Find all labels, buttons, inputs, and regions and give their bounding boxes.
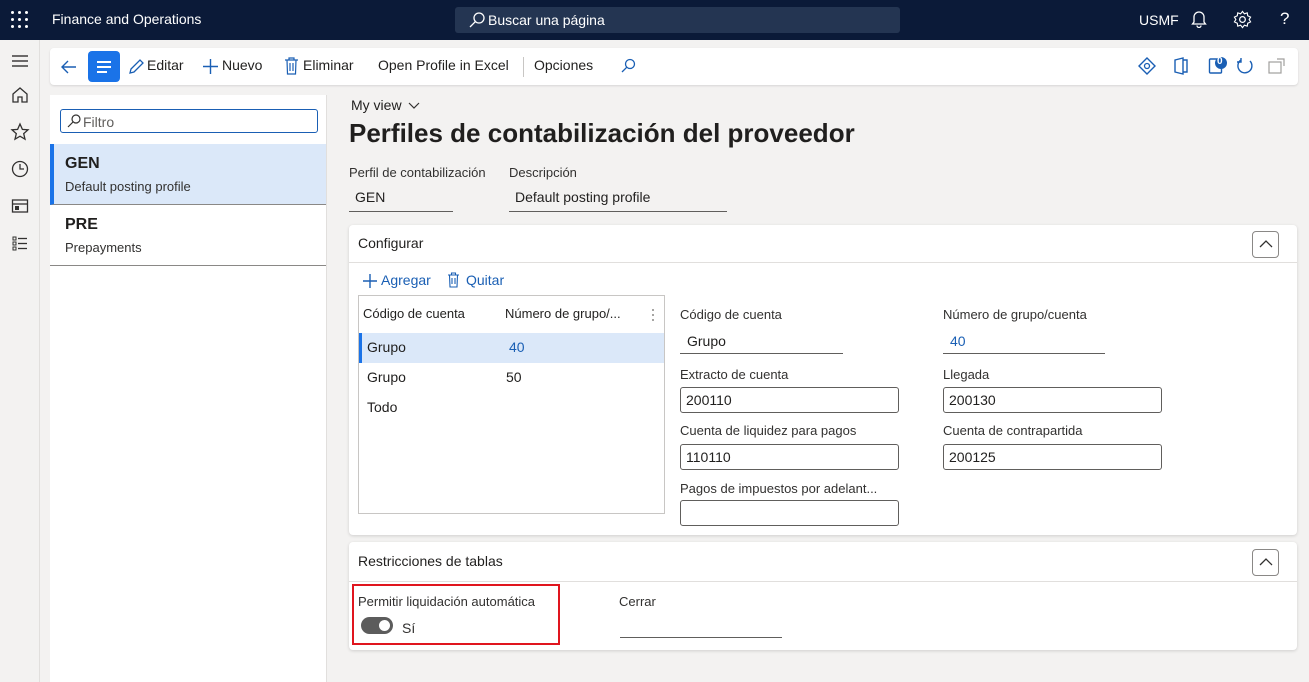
home-icon[interactable] (10, 85, 30, 105)
search-icon (469, 12, 485, 28)
liquidity-account-label: Cuenta de liquidez para pagos (680, 423, 857, 438)
new-button[interactable]: Nuevo (222, 57, 262, 73)
favorites-star-icon[interactable] (10, 122, 30, 142)
close-label: Cerrar (619, 594, 656, 609)
liquidity-account-input[interactable]: 110110 (680, 444, 899, 470)
back-arrow-icon[interactable] (60, 58, 78, 76)
edit-button[interactable]: Editar (147, 57, 184, 73)
more-vertical-icon[interactable] (651, 308, 655, 322)
restrictions-fasttab-header[interactable]: Restricciones de tablas (349, 542, 1297, 582)
office-icon[interactable] (1173, 57, 1189, 75)
remove-button[interactable]: Quitar (466, 272, 504, 288)
highlight-box (352, 584, 560, 645)
workspaces-icon[interactable] (10, 196, 30, 216)
close-field[interactable] (620, 613, 782, 638)
account-code-cell: Grupo (367, 369, 406, 385)
trash-icon (285, 57, 298, 75)
group-number-label: Número de grupo/cuenta (943, 307, 1087, 322)
description-label: Descripción (509, 165, 577, 180)
list-item-title: PRE (65, 216, 98, 233)
company-picker[interactable]: USMF (1139, 12, 1179, 28)
collapse-button[interactable] (1252, 549, 1279, 576)
chevron-down-icon (409, 102, 420, 109)
delete-button[interactable]: Eliminar (303, 57, 354, 73)
view-selector[interactable]: My view (351, 97, 420, 113)
plus-icon (363, 274, 377, 288)
account-code-label: Código de cuenta (680, 307, 782, 322)
plus-icon (203, 59, 218, 74)
summary-account-input[interactable]: 200110 (680, 387, 899, 413)
list-item-subtitle: Prepayments (65, 240, 142, 255)
account-code-cell: Todo (367, 399, 398, 415)
column-header-account-code[interactable]: Código de cuenta (363, 306, 465, 321)
column-header-group-number[interactable]: Número de grupo/... (505, 306, 621, 321)
fasttab-title: Restricciones de tablas (358, 553, 503, 569)
group-number-cell[interactable]: 40 (509, 339, 525, 355)
top-navbar: Finance and Operations Buscar una página… (0, 0, 1309, 40)
add-button[interactable]: Agregar (381, 272, 431, 288)
list-item-title: GEN (65, 155, 100, 172)
setup-fasttab: Configurar Agregar Quitar Código de cuen… (349, 225, 1297, 535)
group-number-field[interactable]: 40 (943, 329, 1105, 354)
notification-count: 0 (1217, 56, 1223, 67)
page-title: Perfiles de contabilización del proveedo… (349, 118, 855, 148)
setup-fasttab-header[interactable]: Configurar (349, 225, 1297, 263)
page-search-input[interactable]: Buscar una página (455, 7, 900, 33)
chevron-up-icon (1259, 558, 1273, 566)
open-new-window-icon[interactable] (1268, 58, 1285, 74)
search-icon (67, 114, 81, 128)
chevron-up-icon (1259, 240, 1273, 248)
account-code-cell: Grupo (367, 339, 406, 355)
open-profile-excel-button[interactable]: Open Profile in Excel (378, 57, 509, 73)
options-button[interactable]: Opciones (534, 57, 593, 73)
group-number-cell: 50 (506, 369, 522, 385)
table-row[interactable]: Grupo 50 (359, 363, 664, 393)
search-placeholder: Buscar una página (488, 12, 605, 28)
list-item-gen[interactable]: GEN Default posting profile (50, 144, 326, 205)
navigation-rail (0, 40, 40, 682)
arrival-input[interactable]: 200130 (943, 387, 1162, 413)
fasttab-title: Configurar (358, 235, 424, 251)
recent-clock-icon[interactable] (10, 159, 30, 179)
description-field[interactable]: Default posting profile (509, 189, 727, 212)
gear-icon[interactable] (1233, 10, 1252, 29)
filter-placeholder: Filtro (83, 114, 115, 130)
list-item-subtitle: Default posting profile (65, 179, 191, 194)
list-toggle-button[interactable] (88, 51, 120, 82)
search-icon[interactable] (620, 58, 636, 74)
table-row[interactable]: Todo (359, 393, 664, 423)
app-name[interactable]: Finance and Operations (52, 11, 201, 27)
list-item-pre[interactable]: PRE Prepayments (50, 205, 326, 266)
prepayment-tax-input[interactable] (680, 500, 899, 526)
posting-profile-field[interactable]: GEN (349, 189, 453, 212)
account-code-field[interactable]: Grupo (680, 329, 843, 354)
power-apps-icon[interactable] (1138, 57, 1156, 75)
divider (523, 57, 524, 77)
offset-account-input[interactable]: 200125 (943, 444, 1162, 470)
modules-list-icon[interactable] (10, 233, 30, 253)
arrival-label: Llegada (943, 367, 990, 382)
edit-pencil-icon (129, 59, 144, 74)
offset-account-label: Cuenta de contrapartida (943, 423, 1083, 438)
app-launcher-icon[interactable] (10, 10, 30, 30)
trash-icon (448, 272, 459, 288)
account-grid: Código de cuenta Número de grupo/... Gru… (358, 295, 665, 514)
view-label: My view (351, 97, 402, 113)
prepayment-tax-label: Pagos de impuestos por adelant... (680, 481, 878, 496)
refresh-icon[interactable] (1236, 57, 1254, 75)
posting-profile-label: Perfil de contabilización (349, 165, 486, 180)
table-row[interactable]: Grupo 40 (359, 333, 664, 363)
record-list-panel: Filtro GEN Default posting profile PRE P… (50, 95, 327, 682)
help-icon[interactable]: ? (1280, 9, 1289, 29)
hamburger-icon[interactable] (10, 51, 30, 71)
action-pane: Editar Nuevo Eliminar Open Profile in Ex… (50, 48, 1298, 85)
filter-input[interactable]: Filtro (60, 109, 318, 133)
collapse-button[interactable] (1252, 231, 1279, 258)
summary-account-label: Extracto de cuenta (680, 367, 789, 382)
bell-icon[interactable] (1191, 10, 1207, 28)
